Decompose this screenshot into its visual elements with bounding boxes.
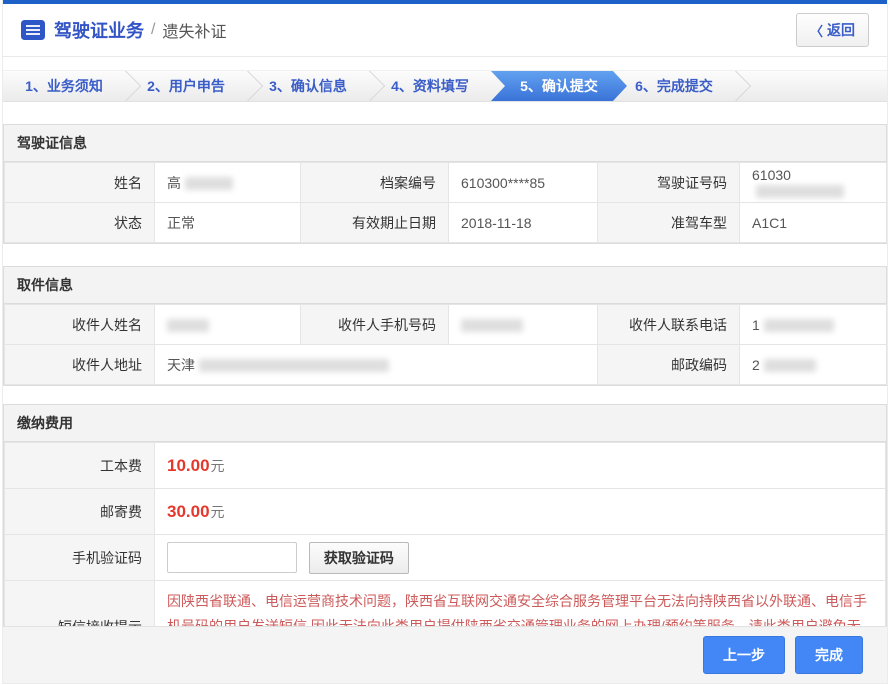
expiry-date-value: 2018-11-18 [449, 203, 598, 243]
table-row: 状态 正常 有效期止日期 2018-11-18 准驾车型 A1C1 [5, 203, 887, 243]
work-fee-unit: 元 [211, 458, 225, 474]
sms-code-cell: 获取验证码 [155, 535, 886, 581]
recipient-address-value: 天津 [155, 345, 598, 385]
license-info-table: 姓名 高 档案编号 610300****85 驾驶证号码 61030 状态 正常… [4, 162, 887, 243]
work-fee-value: 10.00元 [155, 443, 886, 489]
recipient-phone-label: 收件人联系电话 [598, 305, 740, 345]
expiry-date-label: 有效期止日期 [301, 203, 449, 243]
license-number-label: 驾驶证号码 [598, 163, 740, 203]
step-tab-5-active[interactable]: 5、确认提交 [491, 71, 627, 101]
redaction-blur [461, 319, 523, 332]
redaction-blur [764, 359, 816, 372]
redaction-blur [756, 185, 844, 198]
recipient-mobile-value [449, 305, 598, 345]
get-sms-code-button[interactable]: 获取验证码 [309, 542, 409, 574]
table-row: 收件人地址 天津 邮政编码 2 [5, 345, 887, 385]
table-row: 邮寄费 30.00元 [5, 489, 886, 535]
name-value: 高 [155, 163, 301, 203]
vehicle-class-value: A1C1 [740, 203, 887, 243]
postage-fee-value: 30.00元 [155, 489, 886, 535]
step-tab-4[interactable]: 4、资料填写 [369, 71, 491, 101]
postage-fee-unit: 元 [211, 504, 225, 520]
work-fee-amount: 10.00 [167, 456, 210, 475]
license-number-value: 61030 [740, 163, 887, 203]
breadcrumb-divider: / [151, 21, 155, 39]
name-label: 姓名 [5, 163, 155, 203]
pickup-info-section: 取件信息 收件人姓名 收件人手机号码 收件人联系电话 1 收件人地址 天津 邮政… [3, 266, 887, 386]
status-value: 正常 [155, 203, 301, 243]
table-row: 工本费 10.00元 [5, 443, 886, 489]
redaction-blur [185, 177, 233, 190]
pickup-section-title: 取件信息 [4, 267, 886, 304]
previous-step-button[interactable]: 上一步 [703, 636, 785, 674]
back-chevron-icon: 〈 [810, 21, 823, 40]
sms-code-label: 手机验证码 [5, 535, 155, 581]
page-header: 驾驶证业务 / 遗失补证 〈 返回 [3, 4, 887, 57]
recipient-mobile-label: 收件人手机号码 [301, 305, 449, 345]
status-label: 状态 [5, 203, 155, 243]
vehicle-class-label: 准驾车型 [598, 203, 740, 243]
postage-fee-label: 邮寄费 [5, 489, 155, 535]
back-button[interactable]: 〈 返回 [796, 13, 869, 47]
table-row: 收件人姓名 收件人手机号码 收件人联系电话 1 [5, 305, 887, 345]
step-tab-6[interactable]: 6、完成提交 [613, 71, 735, 101]
fees-section-title: 缴纳费用 [4, 405, 886, 442]
step-tab-1[interactable]: 1、业务须知 [3, 71, 125, 101]
table-row: 姓名 高 档案编号 610300****85 驾驶证号码 61030 [5, 163, 887, 203]
recipient-phone-value: 1 [740, 305, 887, 345]
pickup-info-table: 收件人姓名 收件人手机号码 收件人联系电话 1 收件人地址 天津 邮政编码 2 [4, 304, 887, 385]
finish-button[interactable]: 完成 [795, 636, 863, 674]
page-container: 驾驶证业务 / 遗失补证 〈 返回 1、业务须知 2、用户申告 3、确认信息 4… [2, 0, 888, 684]
sms-code-input[interactable] [167, 542, 297, 573]
page-title: 驾驶证业务 [54, 17, 144, 43]
license-section-title: 驾驶证信息 [4, 125, 886, 162]
list-icon [21, 20, 45, 40]
postal-code-value: 2 [740, 345, 887, 385]
step-tab-2[interactable]: 2、用户申告 [125, 71, 247, 101]
redaction-blur [167, 319, 209, 332]
step-tab-3[interactable]: 3、确认信息 [247, 71, 369, 101]
license-info-section: 驾驶证信息 姓名 高 档案编号 610300****85 驾驶证号码 61030… [3, 124, 887, 244]
recipient-address-label: 收件人地址 [5, 345, 155, 385]
recipient-name-value [155, 305, 301, 345]
breadcrumb-current: 遗失补证 [162, 18, 226, 42]
back-button-label: 返回 [827, 20, 855, 40]
step-wizard: 1、业务须知 2、用户申告 3、确认信息 4、资料填写 5、确认提交 6、完成提… [3, 70, 887, 102]
file-number-label: 档案编号 [301, 163, 449, 203]
table-row: 手机验证码 获取验证码 [5, 535, 886, 581]
redaction-blur [199, 359, 389, 372]
redaction-blur [764, 319, 834, 332]
work-fee-label: 工本费 [5, 443, 155, 489]
footer-action-bar: 上一步 完成 [3, 626, 887, 683]
file-number-value: 610300****85 [449, 163, 598, 203]
postal-code-label: 邮政编码 [598, 345, 740, 385]
recipient-name-label: 收件人姓名 [5, 305, 155, 345]
postage-fee-amount: 30.00 [167, 502, 210, 521]
